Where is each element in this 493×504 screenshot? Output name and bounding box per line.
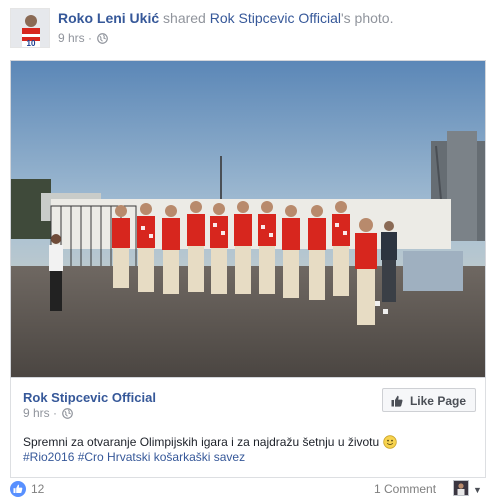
like-page-label: Like Page [409, 394, 466, 408]
smiley-icon [382, 435, 397, 453]
like-reaction-icon[interactable] [10, 481, 26, 497]
svg-text:10: 10 [27, 39, 36, 48]
comment-count[interactable]: 1 Comment [374, 482, 436, 496]
post-text-body: Spremni za otvaranje Olimpijskih igara i… [23, 435, 380, 449]
post-time[interactable]: 9 hrs [58, 31, 85, 45]
post-header: 10 Roko Leni Ukić shared Rok Stipcevic O… [0, 0, 493, 52]
post-headline: Roko Leni Ukić shared Rok Stipcevic Offi… [58, 10, 393, 26]
post-meta: 9 hrs · [58, 31, 109, 47]
page-meta-separator: · [53, 406, 58, 420]
avatar[interactable]: 10 [10, 8, 50, 48]
page-meta: 9 hrs · [23, 406, 74, 422]
meta-separator: · [88, 31, 93, 45]
thumbs-up-icon [391, 391, 403, 415]
author-link[interactable]: Roko Leni Ukić [58, 10, 159, 26]
page-name-link[interactable]: Rok Stipcevic Official [23, 390, 156, 405]
hashtags[interactable]: #Rio2016 #Cro Hrvatski košarkaški savez [23, 450, 245, 464]
globe-icon [62, 408, 74, 422]
caret-down-icon[interactable]: ▼ [473, 485, 482, 495]
reactions-bar: 12 1 Comment ▼ [0, 478, 493, 504]
shared-page-card: Rok Stipcevic Official 9 hrs · Like Page… [10, 378, 486, 478]
page-time[interactable]: 9 hrs [23, 406, 50, 420]
object-text: 's photo. [340, 10, 394, 26]
avatar[interactable] [453, 480, 469, 496]
post-photo[interactable] [10, 60, 486, 378]
original-author-link[interactable]: Rok Stipcevic Official [210, 10, 341, 26]
like-page-button[interactable]: Like Page [381, 388, 476, 415]
action-text: shared [163, 10, 206, 26]
globe-icon [97, 33, 109, 47]
like-count[interactable]: 12 [31, 482, 44, 496]
